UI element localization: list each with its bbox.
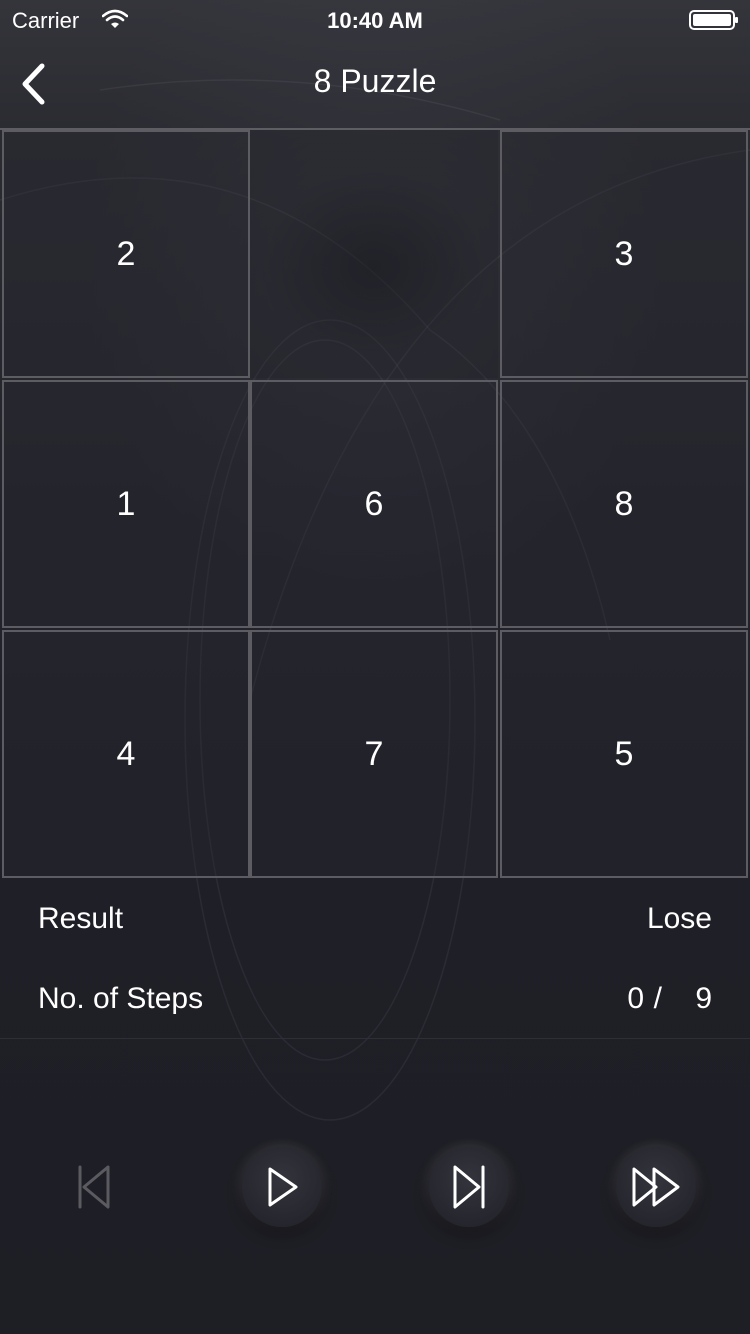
playback-controls bbox=[0, 1040, 750, 1334]
puzzle-tile[interactable]: 8 bbox=[500, 380, 748, 628]
app-screen: Carrier 10:40 AM 8 Puzzle 2 3 1 6 8 4 7 bbox=[0, 0, 750, 1334]
result-label: Result bbox=[38, 902, 124, 935]
step-forward-icon bbox=[453, 1165, 485, 1209]
skip-to-start-button[interactable] bbox=[54, 1147, 134, 1227]
play-button[interactable] bbox=[242, 1147, 322, 1227]
fast-forward-button[interactable] bbox=[616, 1147, 696, 1227]
puzzle-tile[interactable]: 7 bbox=[250, 630, 498, 878]
step-forward-button[interactable] bbox=[429, 1147, 509, 1227]
steps-total: 9 bbox=[695, 982, 712, 1015]
result-value: Lose bbox=[646, 902, 712, 935]
puzzle-tile[interactable]: 4 bbox=[2, 630, 250, 878]
steps-separator: / bbox=[653, 982, 662, 1015]
puzzle-tile[interactable]: 5 bbox=[500, 630, 748, 878]
result-row: Result Lose bbox=[38, 902, 712, 942]
status-time: 10:40 AM bbox=[327, 8, 423, 33]
puzzle-tile[interactable]: 2 bbox=[2, 130, 250, 378]
chevron-left-icon bbox=[22, 63, 45, 105]
game-info: Result Lose No. of Steps 0 / 9 bbox=[0, 878, 750, 1039]
empty-tile bbox=[250, 130, 498, 378]
play-icon bbox=[268, 1167, 298, 1207]
navigation-bar: 8 Puzzle bbox=[0, 40, 750, 128]
puzzle-tile[interactable]: 1 bbox=[2, 380, 250, 628]
steps-label: No. of Steps bbox=[38, 982, 204, 1015]
back-button[interactable] bbox=[8, 58, 58, 110]
battery-icon bbox=[689, 10, 738, 30]
page-title: 8 Puzzle bbox=[313, 63, 437, 99]
puzzle-board: 2 3 1 6 8 4 7 5 bbox=[0, 128, 750, 878]
status-bar: Carrier 10:40 AM bbox=[0, 0, 750, 40]
steps-current: 0 bbox=[627, 982, 644, 1015]
puzzle-tile[interactable]: 3 bbox=[500, 130, 748, 378]
skip-to-start-icon bbox=[78, 1165, 110, 1209]
fast-forward-icon bbox=[632, 1167, 680, 1207]
steps-row: No. of Steps 0 / 9 bbox=[38, 982, 712, 1022]
puzzle-tile[interactable]: 6 bbox=[250, 380, 498, 628]
